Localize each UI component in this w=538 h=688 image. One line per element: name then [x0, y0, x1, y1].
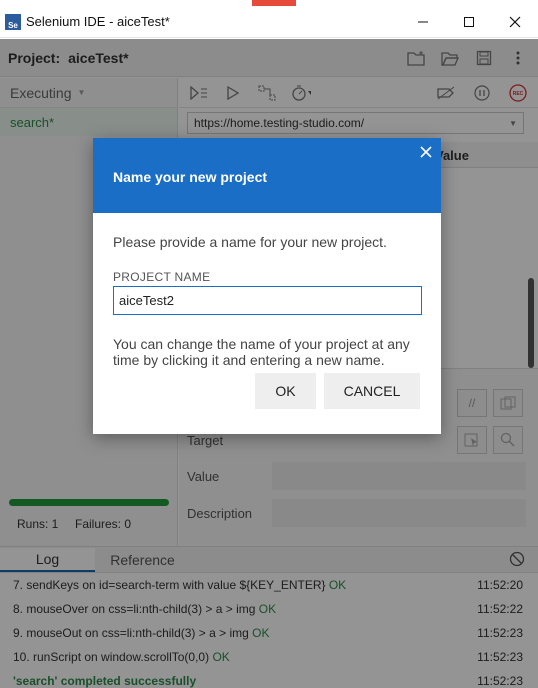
close-window-button[interactable] [492, 6, 538, 38]
project-name-input[interactable] [113, 286, 422, 315]
dialog-message: Please provide a name for your new proje… [113, 234, 387, 250]
new-project-dialog: Name your new project Please provide a n… [93, 138, 441, 434]
window-controls [400, 6, 538, 38]
ok-button[interactable]: OK [255, 373, 316, 409]
dialog-hint: You can change the name of your project … [113, 336, 410, 368]
minimize-icon [418, 21, 428, 23]
dialog-header: Name your new project [93, 138, 441, 213]
minimize-button[interactable] [400, 6, 446, 38]
window-title: Selenium IDE - aiceTest* [26, 14, 170, 29]
maximize-button[interactable] [446, 6, 492, 38]
maximize-icon [464, 17, 474, 27]
selenium-logo-icon: Se [5, 13, 21, 30]
project-name-label: PROJECT NAME [113, 270, 211, 284]
cancel-button[interactable]: CANCEL [324, 373, 420, 409]
close-icon [509, 16, 521, 28]
close-icon [420, 146, 432, 158]
window-titlebar: Se Selenium IDE - aiceTest* [0, 6, 538, 38]
dialog-title: Name your new project [113, 169, 268, 185]
dialog-close-button[interactable] [417, 143, 435, 161]
